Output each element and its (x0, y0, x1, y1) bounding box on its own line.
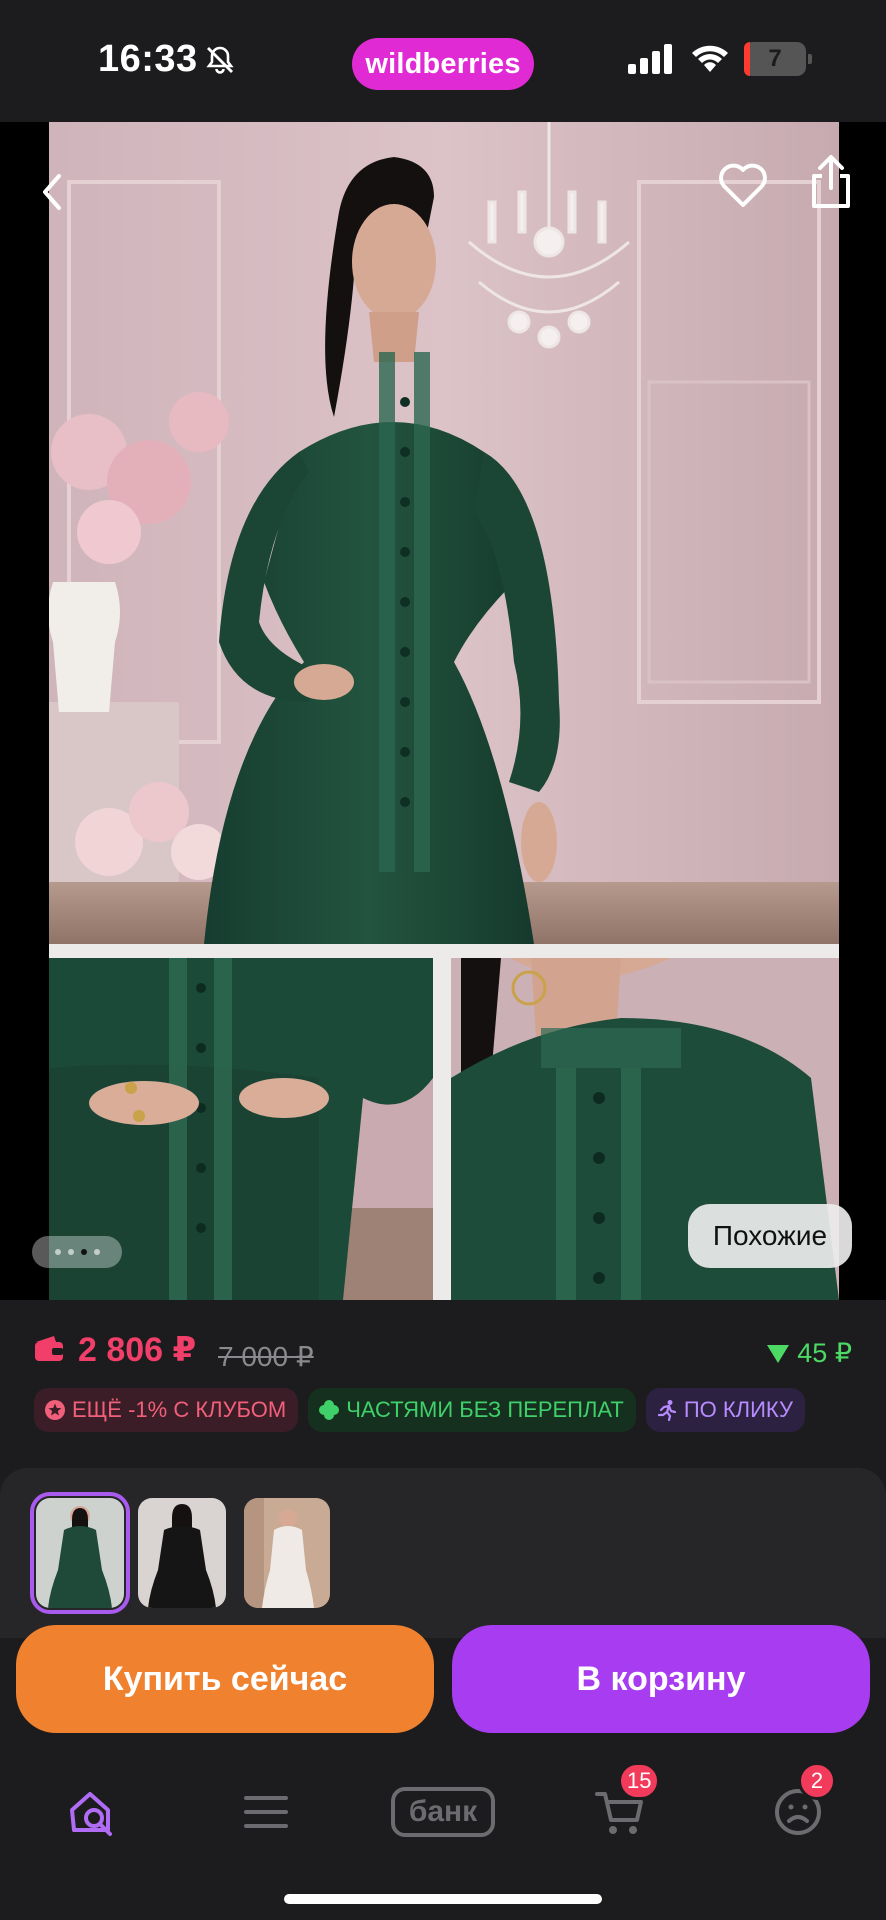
arrow-down-icon (767, 1344, 790, 1363)
price-current: 2 806 ₽ (78, 1331, 197, 1369)
gallery-page-indicator (32, 1236, 122, 1268)
bell-off-icon (206, 46, 234, 74)
similar-button[interactable]: Похожие (688, 1204, 852, 1268)
chevron-left-icon (43, 174, 61, 210)
wallet-icon (35, 1336, 63, 1361)
back-button[interactable] (28, 162, 76, 222)
nav-catalog[interactable] (226, 1772, 306, 1852)
battery-indicator: 7 (744, 42, 812, 76)
tag-installments[interactable]: ЧАСТЯМИ БЕЗ ПЕРЕПЛАТ (308, 1388, 636, 1432)
page-dot (93, 1249, 100, 1255)
bank-icon: банк (391, 1787, 495, 1837)
nav-profile[interactable]: 2 (758, 1762, 838, 1852)
bonus-points[interactable]: 45 ₽ (767, 1338, 852, 1369)
tag-one-click[interactable]: ПО КЛИКУ (645, 1388, 805, 1432)
home-search-icon (70, 1792, 112, 1836)
bonus-value: 45 ₽ (797, 1338, 852, 1368)
bottom-navigation: банк 15 2 (0, 1750, 886, 1920)
nav-cart[interactable]: 15 (580, 1762, 661, 1852)
gallery-divider (433, 958, 451, 1300)
product-gallery[interactable]: Похожие (0, 122, 886, 1300)
share-icon (812, 155, 850, 208)
buy-now-button[interactable]: Купить сейчас (16, 1625, 434, 1733)
gallery-divider (49, 944, 839, 958)
running-icon (657, 1400, 676, 1421)
favorite-button[interactable] (716, 158, 770, 212)
heart-icon (719, 163, 767, 207)
tag-label: ЧАСТЯМИ БЕЗ ПЕРЕПЛАТ (346, 1397, 624, 1422)
page-dot (54, 1249, 61, 1255)
cellular-signal-icon (628, 44, 672, 74)
variant-black[interactable] (138, 1498, 226, 1608)
price-old: 7 000 ₽ (218, 1341, 314, 1372)
variant-white[interactable] (244, 1498, 330, 1608)
nav-bank[interactable]: банк (382, 1772, 504, 1852)
page-dot (67, 1249, 74, 1255)
promo-tags: ЕЩЁ -1% С КЛУБОМ ЧАСТЯМИ БЕЗ ПЕРЕПЛАТ ПО… (34, 1388, 805, 1432)
status-time: 16:33 (98, 38, 198, 80)
page-dot-active (80, 1249, 87, 1255)
home-indicator (284, 1894, 602, 1904)
nav-home[interactable] (52, 1772, 132, 1852)
product-photo-main[interactable] (49, 122, 839, 944)
add-to-cart-button[interactable]: В корзину (452, 1625, 870, 1733)
brand-logo: wildberries (352, 38, 534, 90)
menu-icon (244, 1796, 288, 1828)
cart-count-badge: 15 (618, 1762, 661, 1800)
status-bar: 16:33 wildberries 7 (0, 0, 886, 122)
variant-green[interactable] (30, 1492, 130, 1614)
action-bar: Купить сейчас В корзину (0, 1610, 886, 1750)
star-badge-icon (45, 1400, 65, 1420)
wifi-icon (692, 45, 728, 72)
share-button[interactable] (806, 152, 856, 212)
profile-notification-badge: 2 (798, 1762, 836, 1800)
clover-icon (319, 1400, 340, 1420)
tag-label: ЕЩЁ -1% С КЛУБОМ (72, 1397, 287, 1422)
tag-label: ПО КЛИКУ (683, 1397, 793, 1422)
price-section: 2 806 ₽ 7 000 ₽ 45 ₽ ЕЩЁ -1% С КЛУБОМ ЧА… (0, 1300, 886, 1468)
tag-club-discount[interactable]: ЕЩЁ -1% С КЛУБОМ (34, 1388, 299, 1432)
